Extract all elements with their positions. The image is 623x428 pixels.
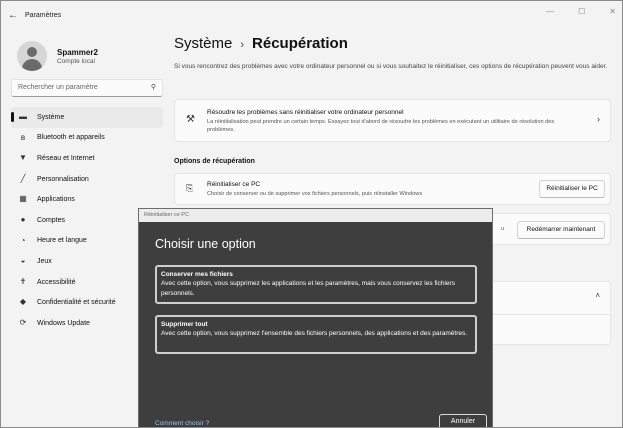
profile-name: Spammer2 bbox=[57, 47, 98, 57]
update-icon: ⟳ bbox=[19, 317, 27, 327]
chevron-up-icon[interactable]: ˄ bbox=[595, 291, 600, 300]
sidebar-item-label: Applications bbox=[37, 196, 75, 204]
profile-account-type: Compte local bbox=[57, 57, 95, 65]
remove-everything-option[interactable]: Supprimer tout Avec cette option, vous s… bbox=[155, 315, 477, 354]
sidebar-item-network[interactable]: ▼ Réseau et Internet bbox=[11, 148, 163, 169]
display-icon: ▬ bbox=[19, 112, 27, 121]
page-intro: Si vous rencontrez des problèmes avec vo… bbox=[174, 63, 608, 70]
minimize-button[interactable]: — bbox=[546, 7, 554, 16]
option-desc: Avec cette option, vous supprimez les ap… bbox=[161, 280, 455, 297]
chevron-right-icon: › bbox=[240, 39, 245, 51]
chevron-right-icon: › bbox=[597, 114, 600, 124]
page-title: Récupération bbox=[252, 35, 348, 52]
dialog-heading: Choisir une option bbox=[155, 237, 256, 251]
breadcrumb-parent[interactable]: Système bbox=[174, 35, 232, 52]
restart-now-button[interactable]: Redémarrer maintenant bbox=[517, 221, 605, 239]
reset-pc-button[interactable]: Réinitialiser le PC bbox=[539, 180, 605, 198]
reset-pc-title: Réinitialiser ce PC bbox=[207, 181, 261, 188]
settings-window: ← Paramètres — ☐ ✕ Spammer2 Compte local… bbox=[0, 0, 623, 428]
reset-pc-desc: Choisir de conserver ou de supprimer vos… bbox=[207, 191, 423, 197]
sidebar-item-label: Heure et langue bbox=[37, 237, 87, 245]
help-choose-link[interactable]: Comment choisir ? bbox=[155, 420, 209, 427]
troubleshoot-desc: La réinitialisation peut prendre un cert… bbox=[207, 119, 555, 133]
avatar bbox=[17, 41, 47, 71]
sidebar-item-systeme[interactable]: ▬ Système bbox=[11, 107, 163, 128]
option-title: Conserver mes fichiers bbox=[161, 271, 233, 278]
choose-option-dialog: Réinitialiser ce PC Choisir une option C… bbox=[138, 208, 493, 427]
apps-icon: ▦ bbox=[19, 194, 27, 204]
search-placeholder: Rechercher un paramètre bbox=[18, 84, 98, 91]
search-icon: ⚲ bbox=[150, 84, 156, 91]
reset-pc-card: ⎘ Réinitialiser ce PC Choisir de conserv… bbox=[174, 173, 611, 205]
troubleshoot-title: Résoudre les problèmes sans réinitialise… bbox=[207, 109, 404, 116]
window-title: Paramètres bbox=[25, 11, 62, 19]
option-title: Supprimer tout bbox=[161, 321, 208, 328]
sidebar-item-label: Windows Update bbox=[37, 319, 90, 327]
sidebar-item-label: Personnalisation bbox=[37, 175, 89, 183]
title-bar: ← Paramètres — ☐ ✕ bbox=[1, 1, 622, 29]
sidebar-item-label: Comptes bbox=[37, 216, 66, 224]
maximize-button[interactable]: ☐ bbox=[578, 7, 585, 16]
sidebar-item-label: Système bbox=[37, 113, 65, 121]
sidebar-item-label: Bluetooth et appareils bbox=[37, 134, 105, 142]
sidebar-item-label: Accessibilité bbox=[37, 278, 76, 286]
globe-clock-icon: ◔ bbox=[20, 235, 26, 245]
bluetooth-icon: ʙ bbox=[20, 132, 26, 142]
troubleshoot-card[interactable]: ⚒ Résoudre les problèmes sans réinitiali… bbox=[174, 99, 611, 142]
accessibility-icon: ✝ bbox=[19, 276, 27, 286]
wrench-icon: ⚒ bbox=[186, 114, 195, 125]
advanced-startup-desc: u bbox=[501, 226, 505, 232]
sidebar-item-label: Réseau et Internet bbox=[37, 154, 95, 162]
main-content: Système › Récupération Si vous rencontre… bbox=[174, 29, 614, 345]
sidebar-item-label: Confidentialité et sécurité bbox=[37, 299, 116, 307]
person-icon: ● bbox=[20, 214, 26, 224]
recovery-options-heading: Options de récupération bbox=[174, 158, 255, 165]
gamepad-icon: ◒ bbox=[20, 256, 26, 266]
sidebar-item-personalization[interactable]: ╱ Personnalisation bbox=[11, 169, 163, 190]
search-input[interactable]: Rechercher un paramètre ⚲ bbox=[11, 79, 163, 97]
sidebar-item-bluetooth[interactable]: ʙ Bluetooth et appareils bbox=[11, 128, 163, 149]
option-desc: Avec cette option, vous supprimez l'ense… bbox=[161, 330, 468, 338]
close-button[interactable]: ✕ bbox=[609, 7, 616, 16]
keep-files-option[interactable]: Conserver mes fichiers Avec cette option… bbox=[155, 265, 477, 304]
breadcrumb: Système › Récupération bbox=[174, 35, 614, 52]
back-arrow-icon[interactable]: ← bbox=[1, 10, 25, 21]
brush-icon: ╱ bbox=[20, 173, 26, 183]
user-profile[interactable]: Spammer2 Compte local bbox=[17, 41, 98, 71]
cancel-button[interactable]: Annuler bbox=[439, 414, 487, 427]
sidebar-item-apps[interactable]: ▦ Applications bbox=[11, 189, 163, 210]
wifi-icon: ▼ bbox=[19, 153, 27, 163]
dialog-title: Réinitialiser ce PC bbox=[139, 209, 492, 222]
sidebar-item-label: Jeux bbox=[37, 257, 52, 265]
shield-icon: ◆ bbox=[19, 297, 27, 307]
reset-pc-icon: ⎘ bbox=[186, 183, 194, 193]
